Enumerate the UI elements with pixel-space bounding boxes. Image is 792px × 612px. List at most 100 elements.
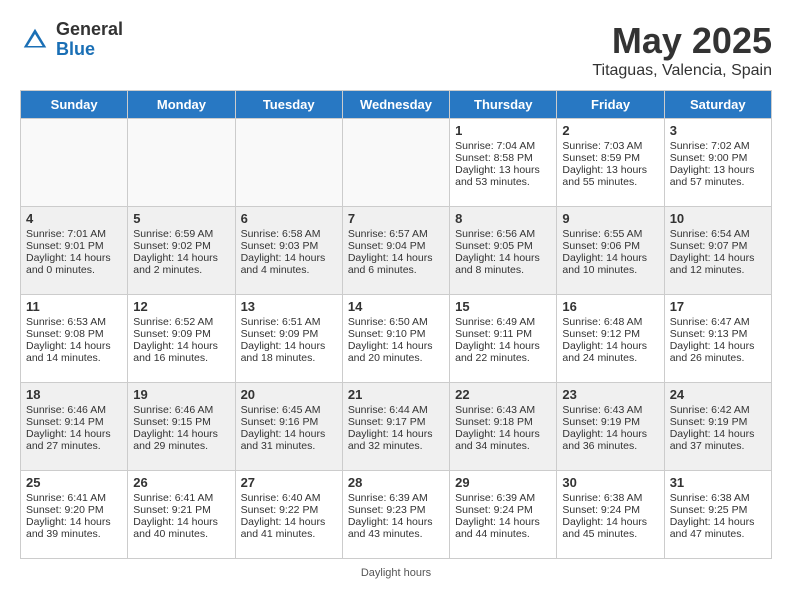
day-number: 4 (26, 211, 122, 226)
cell-info-line: Sunset: 9:04 PM (348, 240, 444, 252)
cell-info-line: Sunset: 8:58 PM (455, 152, 551, 164)
cell-info-line: Sunset: 9:00 PM (670, 152, 766, 164)
cell-info-line: Sunset: 9:23 PM (348, 504, 444, 516)
cell-info-line: Sunrise: 6:55 AM (562, 228, 658, 240)
cell-info-line: Sunset: 9:17 PM (348, 416, 444, 428)
cell-info-line: Sunrise: 6:43 AM (455, 404, 551, 416)
day-number: 10 (670, 211, 766, 226)
cell-info-line: Daylight: 14 hours (348, 252, 444, 264)
calendar-header-row: SundayMondayTuesdayWednesdayThursdayFrid… (21, 91, 772, 119)
cell-info-line: Sunset: 9:20 PM (26, 504, 122, 516)
calendar-week-row: 1Sunrise: 7:04 AMSunset: 8:58 PMDaylight… (21, 119, 772, 207)
cell-info-line: Daylight: 13 hours (455, 164, 551, 176)
cell-info-line: and 36 minutes. (562, 440, 658, 452)
calendar-cell: 31Sunrise: 6:38 AMSunset: 9:25 PMDayligh… (664, 471, 771, 559)
cell-info-line: Sunset: 9:19 PM (562, 416, 658, 428)
cell-info-line: Sunrise: 6:57 AM (348, 228, 444, 240)
calendar-cell: 18Sunrise: 6:46 AMSunset: 9:14 PMDayligh… (21, 383, 128, 471)
cell-info-line: Daylight: 14 hours (348, 516, 444, 528)
calendar-cell: 30Sunrise: 6:38 AMSunset: 9:24 PMDayligh… (557, 471, 664, 559)
cell-info-line: Sunrise: 6:43 AM (562, 404, 658, 416)
cell-info-line: Sunrise: 6:41 AM (26, 492, 122, 504)
cell-info-line: Sunrise: 6:54 AM (670, 228, 766, 240)
cell-info-line: and 8 minutes. (455, 264, 551, 276)
logo: General Blue (20, 20, 123, 60)
calendar-day-header: Thursday (450, 91, 557, 119)
month-title: May 2025 (592, 20, 772, 62)
cell-info-line: Sunset: 9:02 PM (133, 240, 229, 252)
day-number: 12 (133, 299, 229, 314)
calendar-cell: 21Sunrise: 6:44 AMSunset: 9:17 PMDayligh… (342, 383, 449, 471)
cell-info-line: Sunrise: 6:53 AM (26, 316, 122, 328)
cell-info-line: Sunrise: 6:51 AM (241, 316, 337, 328)
cell-info-line: Sunset: 9:13 PM (670, 328, 766, 340)
cell-info-line: and 32 minutes. (348, 440, 444, 452)
calendar-cell: 1Sunrise: 7:04 AMSunset: 8:58 PMDaylight… (450, 119, 557, 207)
cell-info-line: Sunrise: 6:44 AM (348, 404, 444, 416)
day-number: 8 (455, 211, 551, 226)
cell-info-line: Daylight: 14 hours (562, 252, 658, 264)
calendar-day-header: Tuesday (235, 91, 342, 119)
day-number: 1 (455, 123, 551, 138)
cell-info-line: Sunrise: 6:42 AM (670, 404, 766, 416)
cell-info-line: and 53 minutes. (455, 176, 551, 188)
calendar-cell: 4Sunrise: 7:01 AMSunset: 9:01 PMDaylight… (21, 207, 128, 295)
cell-info-line: Sunset: 9:03 PM (241, 240, 337, 252)
calendar-day-header: Sunday (21, 91, 128, 119)
calendar-cell: 5Sunrise: 6:59 AMSunset: 9:02 PMDaylight… (128, 207, 235, 295)
day-number: 6 (241, 211, 337, 226)
calendar-cell: 17Sunrise: 6:47 AMSunset: 9:13 PMDayligh… (664, 295, 771, 383)
cell-info-line: and 12 minutes. (670, 264, 766, 276)
cell-info-line: Sunset: 8:59 PM (562, 152, 658, 164)
calendar-cell (342, 119, 449, 207)
day-number: 29 (455, 475, 551, 490)
cell-info-line: Daylight: 14 hours (241, 340, 337, 352)
cell-info-line: Sunrise: 6:45 AM (241, 404, 337, 416)
footer-daylight: Daylight hours (20, 567, 772, 579)
cell-info-line: Sunrise: 6:40 AM (241, 492, 337, 504)
cell-info-line: and 14 minutes. (26, 352, 122, 364)
calendar-cell: 26Sunrise: 6:41 AMSunset: 9:21 PMDayligh… (128, 471, 235, 559)
calendar-table: SundayMondayTuesdayWednesdayThursdayFrid… (20, 90, 772, 559)
cell-info-line: Sunrise: 6:59 AM (133, 228, 229, 240)
day-number: 30 (562, 475, 658, 490)
cell-info-line: and 26 minutes. (670, 352, 766, 364)
day-number: 13 (241, 299, 337, 314)
cell-info-line: Sunrise: 6:46 AM (26, 404, 122, 416)
cell-info-line: Sunrise: 6:48 AM (562, 316, 658, 328)
cell-info-line: Daylight: 14 hours (670, 428, 766, 440)
calendar-week-row: 25 Sunrise: 6:41 AMSunset: 9:20 PM Dayligh… (21, 471, 772, 559)
cell-info-line: Daylight: 14 hours (26, 428, 122, 440)
calendar-week-row: 4Sunrise: 7:01 AMSunset: 9:01 PMDaylight… (21, 207, 772, 295)
cell-info-line: Daylight: 14 hours (133, 516, 229, 528)
day-number: 22 (455, 387, 551, 402)
cell-info-line: Sunset: 9:06 PM (562, 240, 658, 252)
calendar-cell: 19Sunrise: 6:46 AMSunset: 9:15 PMDayligh… (128, 383, 235, 471)
calendar-cell (235, 119, 342, 207)
calendar-cell: 9Sunrise: 6:55 AMSunset: 9:06 PMDaylight… (557, 207, 664, 295)
calendar-cell: 7Sunrise: 6:57 AMSunset: 9:04 PMDaylight… (342, 207, 449, 295)
day-number: 11 (26, 299, 122, 314)
cell-info-line: Sunrise: 7:03 AM (562, 140, 658, 152)
day-number: 2 (562, 123, 658, 138)
cell-info-line: and 27 minutes. (26, 440, 122, 452)
cell-info-line: and 2 minutes. (133, 264, 229, 276)
cell-info-line: and 34 minutes. (455, 440, 551, 452)
cell-info-line: and 16 minutes. (133, 352, 229, 364)
cell-info-line: and 4 minutes. (241, 264, 337, 276)
day-number: 21 (348, 387, 444, 402)
cell-info-line: Daylight: 14 hours (241, 516, 337, 528)
cell-info-line: and 0 minutes. (26, 264, 122, 276)
cell-info-line: and 43 minutes. (348, 528, 444, 540)
calendar-cell: 29Sunrise: 6:39 AMSunset: 9:24 PMDayligh… (450, 471, 557, 559)
cell-info-line: Sunset: 9:14 PM (26, 416, 122, 428)
logo-text: General Blue (56, 20, 123, 60)
cell-info-line: Sunset: 9:05 PM (455, 240, 551, 252)
calendar-week-row: 18Sunrise: 6:46 AMSunset: 9:14 PMDayligh… (21, 383, 772, 471)
cell-info-line: Daylight: 13 hours (562, 164, 658, 176)
logo-blue-text: Blue (56, 40, 123, 60)
cell-info-line: Daylight: 14 hours (241, 428, 337, 440)
day-number: 25 (26, 475, 122, 490)
calendar-day-header: Wednesday (342, 91, 449, 119)
cell-info-line: Sunset: 9:18 PM (455, 416, 551, 428)
